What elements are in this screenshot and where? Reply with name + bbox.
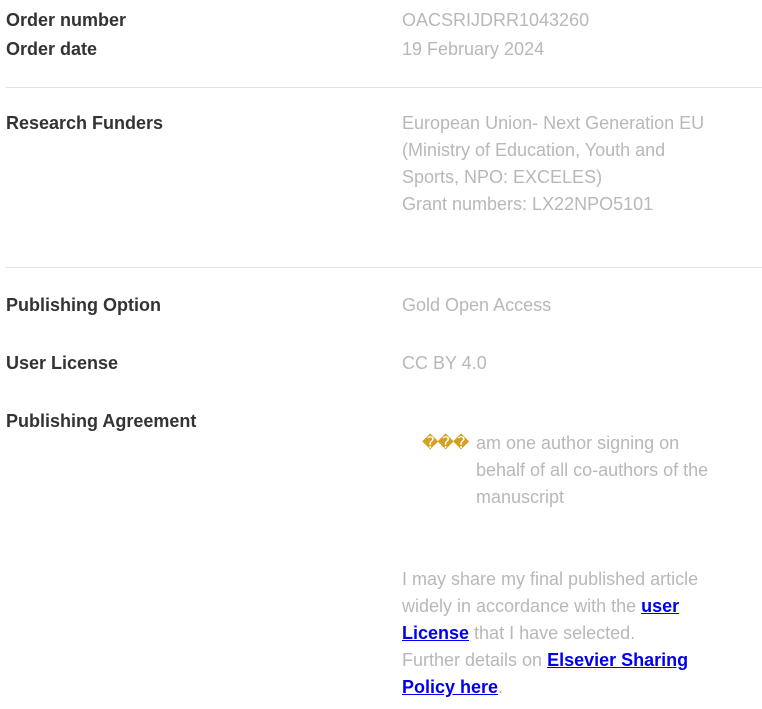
sharing-policy-link[interactable]: Elsevier Sharing	[547, 650, 688, 670]
order-date-label: Order date	[6, 39, 98, 59]
publishing-option-label: Publishing Option	[6, 295, 161, 315]
research-funders-label: Research Funders	[6, 113, 164, 133]
user-license-label: User License	[6, 353, 119, 373]
agreement-line: am one author signing on	[476, 433, 680, 453]
agreement-line: manuscript	[476, 487, 565, 507]
sharing-text: that I have selected.	[469, 623, 636, 643]
order-details-page: Order number OACSRIJDRR1043260 Order dat…	[0, 0, 762, 709]
funder-line: Sports, NPO: EXCELES)	[402, 167, 603, 187]
grant-numbers: Grant numbers: LX22NPO5101	[402, 194, 654, 214]
sharing-period: .	[498, 677, 504, 697]
order-date-value: 19 February 2024	[402, 39, 545, 59]
order-number-label: Order number	[6, 10, 127, 30]
funder-line: European Union- Next Generation EU	[402, 113, 705, 133]
sharing-text: Further details on	[402, 650, 548, 670]
sharing-line: I may share my final published article	[402, 569, 699, 589]
divider	[6, 87, 762, 88]
publishing-agreement-value: ��� am one author signing on behalf of a…	[422, 430, 762, 511]
divider	[6, 267, 762, 268]
user-license-link[interactable]: user	[641, 596, 679, 616]
research-funders-value: European Union- Next Generation EU (Mini…	[402, 110, 762, 218]
user-license-link[interactable]: License	[402, 623, 469, 643]
agreement-line: behalf of all co-authors of the	[476, 460, 709, 480]
order-number-value: OACSRIJDRR1043260	[402, 10, 590, 30]
sharing-text: widely in accordance with the	[402, 596, 642, 616]
user-license-value: CC BY 4.0	[402, 353, 487, 373]
funder-line: (Ministry of Education, Youth and	[402, 140, 666, 160]
sharing-statement: I may share my final published article w…	[402, 566, 762, 701]
sharing-policy-link[interactable]: Policy here	[402, 677, 498, 697]
replacement-glyph-icon: ���	[422, 435, 469, 452]
publishing-agreement-label: Publishing Agreement	[6, 411, 197, 431]
publishing-option-value: Gold Open Access	[402, 295, 552, 315]
